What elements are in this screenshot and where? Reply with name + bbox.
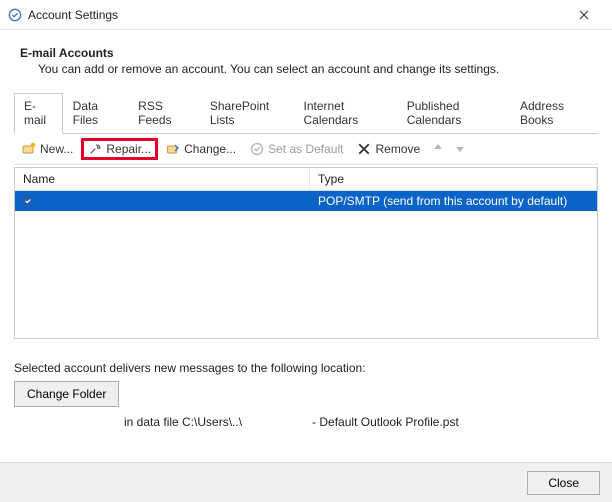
tab-data-files[interactable]: Data Files	[63, 93, 129, 134]
app-icon	[8, 8, 22, 22]
arrow-down-icon	[454, 142, 466, 157]
change-button[interactable]: Change...	[160, 139, 242, 159]
check-circle-icon	[250, 142, 264, 156]
window-title: Account Settings	[28, 8, 118, 22]
new-label: New...	[40, 142, 73, 156]
set-default-label: Set as Default	[268, 142, 343, 156]
list-header: Name Type	[15, 168, 597, 191]
new-button[interactable]: New...	[16, 139, 79, 159]
title-bar: Account Settings	[0, 0, 612, 30]
dialog-footer: Close	[0, 462, 612, 502]
remove-icon	[357, 142, 371, 156]
move-up-button[interactable]	[428, 140, 448, 159]
col-type[interactable]: Type	[310, 168, 597, 190]
col-name[interactable]: Name	[15, 168, 310, 190]
delivery-path: in data file C:\Users\..\ - Default Outl…	[124, 415, 598, 429]
window-close-button[interactable]	[564, 1, 604, 29]
path-suffix: - Default Outlook Profile.pst	[312, 415, 459, 429]
change-label: Change...	[184, 142, 236, 156]
content-area: E-mail Accounts You can add or remove an…	[0, 30, 612, 429]
tab-internet-calendars[interactable]: Internet Calendars	[294, 93, 397, 134]
list-row[interactable]: POP/SMTP (send from this account by defa…	[15, 191, 597, 211]
change-folder-button[interactable]: Change Folder	[14, 381, 119, 407]
repair-button[interactable]: Repair...	[81, 138, 158, 160]
remove-label: Remove	[375, 142, 420, 156]
toolbar: New... Repair... Change... Set as Defaul…	[14, 134, 598, 165]
set-default-button: Set as Default	[244, 139, 349, 159]
section-heading: E-mail Accounts	[20, 46, 598, 60]
tab-published-calendars[interactable]: Published Calendars	[397, 93, 510, 134]
path-prefix: in data file C:\Users\..\	[124, 415, 242, 429]
tab-address-books[interactable]: Address Books	[510, 93, 598, 134]
new-icon	[22, 142, 36, 156]
remove-button[interactable]: Remove	[351, 139, 426, 159]
change-icon	[166, 142, 180, 156]
section-subtext: You can add or remove an account. You ca…	[38, 62, 598, 76]
close-icon	[579, 10, 589, 20]
row-name-cell	[15, 195, 310, 208]
row-type: POP/SMTP (send from this account by defa…	[310, 194, 597, 208]
arrow-up-icon	[432, 142, 444, 157]
tab-rss-feeds[interactable]: RSS Feeds	[128, 93, 200, 134]
tabs: E-mail Data Files RSS Feeds SharePoint L…	[14, 92, 598, 134]
repair-label: Repair...	[106, 142, 151, 156]
move-down-button[interactable]	[450, 140, 470, 159]
close-button[interactable]: Close	[527, 471, 600, 495]
tab-email[interactable]: E-mail	[14, 93, 63, 134]
repair-icon	[88, 142, 102, 156]
delivery-label: Selected account delivers new messages t…	[14, 361, 598, 375]
default-account-icon	[21, 195, 34, 208]
tab-sharepoint-lists[interactable]: SharePoint Lists	[200, 93, 294, 134]
accounts-list[interactable]: Name Type POP/SMTP (send from this accou…	[14, 167, 598, 339]
